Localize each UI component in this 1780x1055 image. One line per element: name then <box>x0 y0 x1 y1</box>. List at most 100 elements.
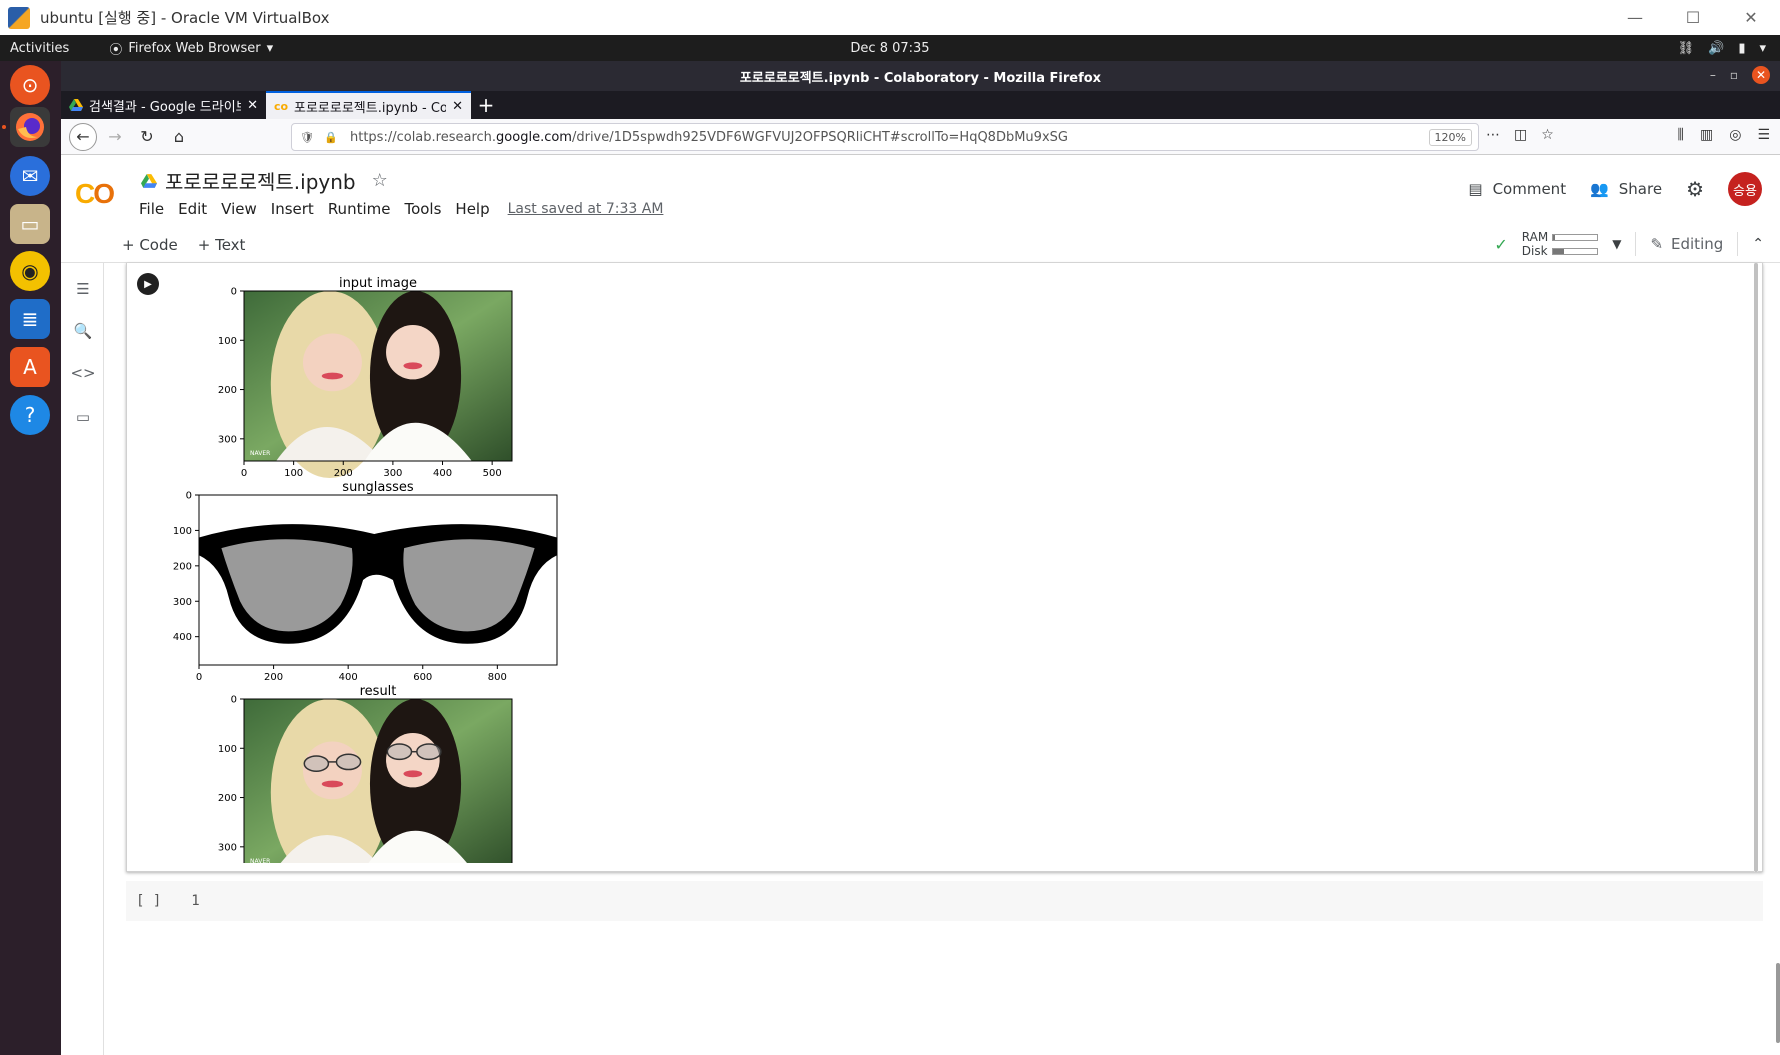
app-menu-label: Firefox Web Browser <box>128 40 261 56</box>
battery-icon: ▮ <box>1738 40 1746 56</box>
thunderbird-icon[interactable]: ✉ <box>10 156 50 196</box>
y-tick-label: 300 <box>218 434 237 445</box>
url-text[interactable]: https://colab.research.google.com/drive/… <box>350 130 1429 145</box>
library-icon[interactable]: ⫼ <box>1678 127 1684 143</box>
plot-title: input image <box>339 276 417 291</box>
menu-view[interactable]: View <box>221 200 257 218</box>
ram-label: RAM <box>1521 230 1549 244</box>
software-icon[interactable]: A <box>10 347 50 387</box>
network-icon: ⛓ <box>1677 40 1695 56</box>
x-tick-label: 100 <box>284 468 303 479</box>
home-icon[interactable]: ⌂ <box>165 123 193 151</box>
collapse-header-icon[interactable]: ⌃ <box>1752 236 1764 252</box>
editing-button[interactable]: ✎ Editing <box>1650 235 1723 253</box>
settings-gear-icon[interactable]: ⚙ <box>1686 177 1704 201</box>
firefox-window: 포로로로로젝트.ipynb - Colaboratory - Mozilla F… <box>61 61 1780 1055</box>
writer-icon[interactable]: ≣ <box>10 299 50 339</box>
tab-close-icon[interactable]: ✕ <box>452 99 463 114</box>
close-icon[interactable]: ✕ <box>1722 0 1780 35</box>
navigation-bar: ← → ↻ ⌂ 🛡 🔒 https://colab.research.googl… <box>61 119 1780 155</box>
more-actions-icon[interactable]: ⋯ <box>1486 127 1500 143</box>
page-scrollbar[interactable] <box>1776 963 1780 1043</box>
zoom-level[interactable]: 120% <box>1428 128 1472 146</box>
code-snippets-icon[interactable]: <> <box>70 363 95 383</box>
right-face <box>386 733 440 788</box>
resource-monitor[interactable]: RAM Disk <box>1521 230 1599 258</box>
disk-meter <box>1551 247 1598 255</box>
ff-restore-icon[interactable]: ▫ <box>1730 68 1738 82</box>
left-lips <box>321 780 344 788</box>
output-scrollbar[interactable] <box>1754 263 1758 872</box>
glasses-lens <box>416 743 442 761</box>
files-folder-icon[interactable]: ▭ <box>73 407 93 427</box>
bookmark-star-icon[interactable]: ☆ <box>1541 127 1554 143</box>
menu-edit[interactable]: Edit <box>178 200 207 218</box>
menu-help[interactable]: Help <box>455 200 489 218</box>
plot-panel: NAVER input image 0 100 200 300 400 500 0 100 200 3… <box>218 276 513 479</box>
comment-button[interactable]: ▤ Comment <box>1468 180 1566 198</box>
notebook-title[interactable]: 포로로로로젝트.ipynb <box>165 166 356 195</box>
lock-icon[interactable]: 🔒 <box>324 131 340 144</box>
ff-minimize-icon[interactable]: – <box>1710 68 1716 82</box>
star-icon[interactable]: ☆ <box>372 170 388 191</box>
menu-runtime[interactable]: Runtime <box>328 200 391 218</box>
system-tray[interactable]: ⛓ 🔊 ▮ ▾ <box>1678 41 1766 56</box>
matplotlib-output: NAVER input image 0 100 200 300 400 500 0 100 200 3… <box>173 276 558 863</box>
add-text-button[interactable]: + Text <box>198 236 246 254</box>
reload-icon[interactable]: ↻ <box>133 123 161 151</box>
x-tick-label: 0 <box>196 672 202 683</box>
drive-icon[interactable] <box>141 173 157 188</box>
shield-icon[interactable]: 🛡 <box>300 131 316 144</box>
add-code-button[interactable]: + Code <box>122 236 178 254</box>
ubuntu-icon[interactable]: ⊙ <box>10 65 50 105</box>
disk-label: Disk <box>1521 244 1548 258</box>
menu-bar: File Edit View Insert Runtime Tools Help… <box>139 200 663 218</box>
right-lips <box>403 770 423 778</box>
ubuntu-top-bar: Activities ⦿ Firefox Web Browser ▾ Dec 8… <box>0 35 1780 61</box>
ff-close-icon[interactable]: ✕ <box>1752 66 1770 84</box>
tab-colab[interactable]: co 포로로로로젝트.ipynb - Colaboratory ✕ <box>266 91 471 119</box>
forward-icon[interactable]: → <box>101 123 129 151</box>
avatar[interactable]: 승용 <box>1728 172 1762 206</box>
y-tick-label: 0 <box>231 695 237 706</box>
rhythmbox-icon[interactable]: ◉ <box>10 251 50 291</box>
tab-close-icon[interactable]: ✕ <box>247 98 258 113</box>
run-cell-play-icon[interactable]: ▶ <box>137 273 159 295</box>
y-tick-label: 300 <box>173 597 192 608</box>
new-tab-button[interactable]: + <box>471 91 501 119</box>
app-menu[interactable]: ⦿ Firefox Web Browser ▾ <box>109 39 273 58</box>
maximize-icon[interactable]: ☐ <box>1664 0 1722 35</box>
files-icon[interactable]: ▭ <box>10 204 50 244</box>
comment-icon: ▤ <box>1468 180 1483 198</box>
pocket-icon[interactable]: ◫ <box>1514 127 1527 143</box>
menu-tools[interactable]: Tools <box>404 200 441 218</box>
account-icon[interactable]: ◎ <box>1729 127 1741 143</box>
y-tick-label: 100 <box>218 744 237 755</box>
menu-icon[interactable]: ☰ <box>1757 127 1770 143</box>
last-saved-link[interactable]: Last saved at 7:33 AM <box>508 201 664 217</box>
resource-dropdown-icon[interactable]: ▼ <box>1612 237 1621 251</box>
empty-code-cell[interactable]: [ ] 1 <box>126 881 1763 921</box>
tab-google-drive[interactable]: 검색결과 - Google 드라이브 ✕ <box>61 91 266 119</box>
plot-title: result <box>360 684 397 699</box>
pencil-icon: ✎ <box>1650 235 1664 253</box>
menu-file[interactable]: File <box>139 200 164 218</box>
menu-insert[interactable]: Insert <box>271 200 314 218</box>
sidebar-icon[interactable]: ▥ <box>1700 127 1713 143</box>
activities-button[interactable]: Activities <box>10 41 69 56</box>
url-bar[interactable]: 🛡 🔒 https://colab.research.google.com/dr… <box>291 123 1479 151</box>
minimize-icon[interactable]: — <box>1606 0 1664 35</box>
colab-favicon-icon: co <box>273 99 289 113</box>
colab-logo[interactable]: CO <box>75 178 115 210</box>
x-tick-label: 400 <box>339 672 358 683</box>
search-icon[interactable]: 🔍 <box>73 321 93 341</box>
firefox-icon[interactable] <box>10 107 50 147</box>
share-button[interactable]: 👥 Share <box>1590 180 1662 198</box>
x-tick-label: 300 <box>383 468 402 479</box>
help-icon[interactable]: ? <box>10 395 50 435</box>
colab-sidebar: ☰ 🔍 <> ▭ <box>61 263 104 1055</box>
table-of-contents-icon[interactable]: ☰ <box>73 279 93 299</box>
vbox-window-title: ubuntu [실행 중] - Oracle VM VirtualBox <box>40 9 330 27</box>
back-icon[interactable]: ← <box>69 122 97 151</box>
notebook-content: ▶ NAVER input image 0 100 200 300 400 500 0 100 20… <box>106 263 1780 1055</box>
